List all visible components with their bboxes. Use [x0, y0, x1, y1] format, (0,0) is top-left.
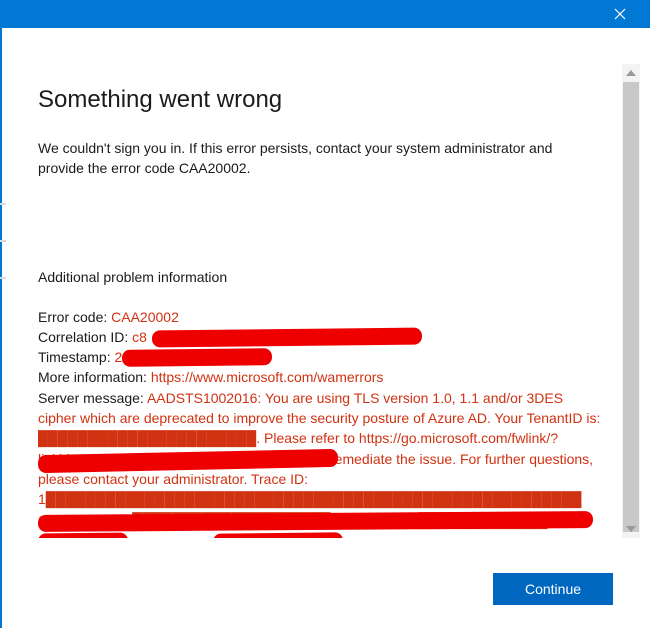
- intro-text: We couldn't sign you in. If this error p…: [38, 138, 598, 179]
- redaction-bar: [38, 532, 128, 538]
- redaction-bar: [152, 327, 422, 347]
- edge-tick: [0, 240, 6, 242]
- scrollbar-thumb[interactable]: [623, 82, 639, 532]
- more-info-label: More information:: [38, 369, 151, 385]
- chevron-up-icon: [626, 70, 636, 76]
- dialog-window: Something went wrong We couldn't sign yo…: [0, 0, 650, 628]
- more-info-line: More information: https://www.microsoft.…: [38, 367, 602, 387]
- additional-info-title: Additional problem information: [38, 269, 602, 285]
- dialog-body: Something went wrong We couldn't sign yo…: [38, 86, 602, 538]
- redaction-bar: [38, 511, 593, 532]
- scrollbar-up-button[interactable]: [622, 64, 640, 82]
- window-left-border: [0, 25, 2, 628]
- page-title: Something went wrong: [38, 86, 602, 114]
- close-button[interactable]: [604, 0, 636, 28]
- content-area: Something went wrong We couldn't sign yo…: [8, 28, 642, 628]
- redaction-bar: [122, 348, 272, 367]
- dialog-footer: Continue: [494, 574, 612, 604]
- correlation-id-line: Correlation ID: c8: [38, 327, 602, 347]
- redaction-bar: [213, 532, 343, 538]
- correlation-id-value: c8: [132, 329, 147, 345]
- timestamp-label: Timestamp:: [38, 349, 115, 365]
- close-icon: [614, 8, 626, 20]
- continue-button[interactable]: Continue: [494, 574, 612, 604]
- chevron-down-icon: [626, 526, 636, 532]
- edge-tick: [0, 277, 6, 279]
- scrollbar-down-button[interactable]: [622, 520, 640, 538]
- titlebar: [0, 0, 650, 28]
- server-message-label: Server message:: [38, 390, 147, 406]
- error-code-value: CAA20002: [111, 309, 179, 325]
- error-code-label: Error code:: [38, 309, 111, 325]
- timestamp-line: Timestamp: 2: [38, 347, 602, 367]
- error-code-line: Error code: CAA20002: [38, 307, 602, 327]
- server-message-line: Server message: AADSTS1002016: You are u…: [38, 388, 602, 530]
- problem-details: Error code: CAA20002 Correlation ID: c8 …: [38, 307, 602, 530]
- edge-tick: [0, 203, 6, 205]
- more-info-link[interactable]: https://www.microsoft.com/wamerrors: [151, 369, 384, 385]
- correlation-id-label: Correlation ID:: [38, 329, 132, 345]
